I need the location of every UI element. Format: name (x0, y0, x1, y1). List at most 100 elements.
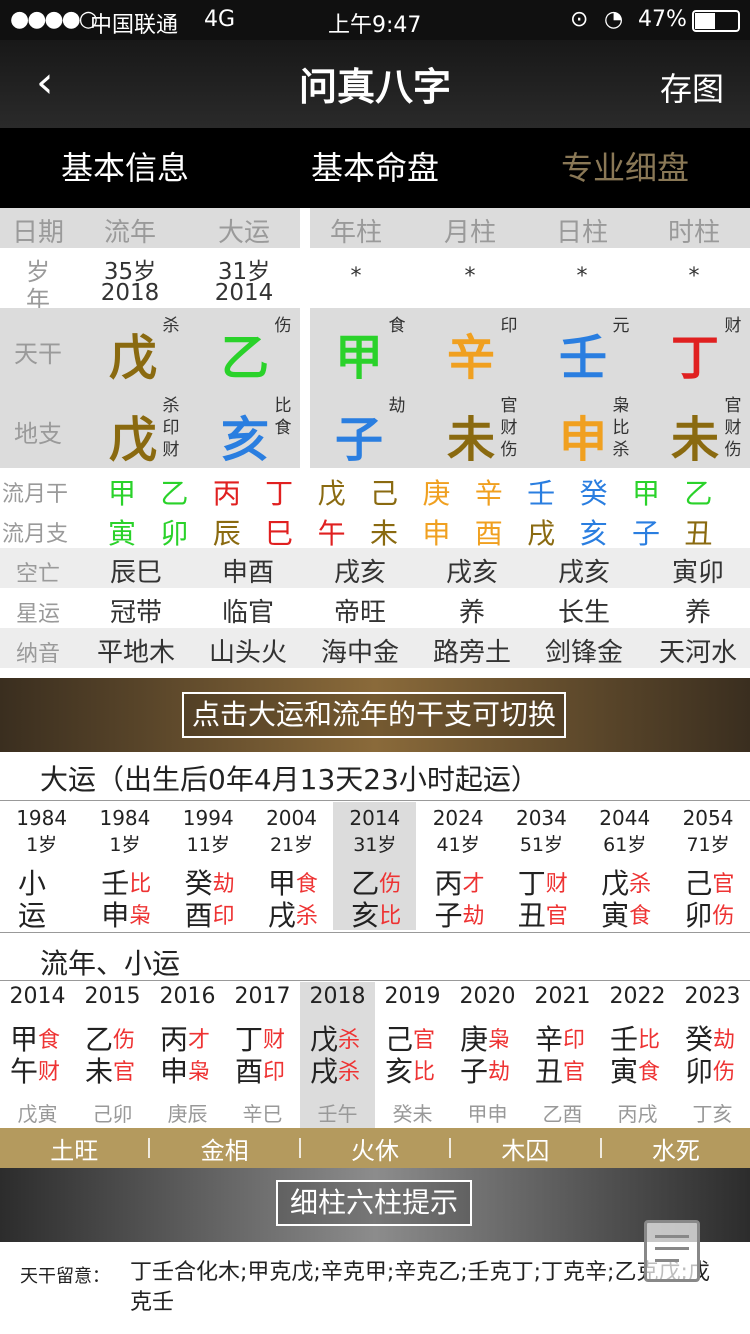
dizhi-canggan: 伤 (500, 440, 518, 460)
liuyuegan-item[interactable]: 壬 (515, 472, 567, 512)
xiaoyun-value: 甲申 (467, 1102, 508, 1126)
liuyuegan-item[interactable]: 乙 (148, 472, 200, 512)
header-day-pillar: 日柱 (555, 218, 608, 248)
liuyuegan-item[interactable]: 戊 (306, 472, 358, 512)
dayun-age[interactable]: 1岁 (0, 830, 83, 857)
liuyuezhi-item[interactable]: 亥 (568, 512, 620, 552)
dayun-zhi[interactable]: 寅 (601, 894, 629, 934)
liuyuegan-item[interactable]: 甲 (96, 472, 148, 512)
liunian-zhi-shishen: 劫 (488, 1060, 511, 1085)
liuyuezhi-item[interactable]: 午 (306, 512, 358, 552)
liunian-year: 2018 (100, 280, 160, 306)
liunian-zhi[interactable]: 午 (10, 1050, 38, 1090)
dayun-zhi[interactable]: 卯 (684, 894, 712, 934)
dayun-year[interactable]: 2014 (333, 806, 416, 830)
lock-rotation-icon: ⊙ (570, 7, 589, 32)
liunian-year[interactable]: 2017 (225, 984, 300, 1009)
liuyuezhi-item[interactable]: 酉 (463, 512, 515, 552)
dayun-age[interactable]: 61岁 (583, 830, 666, 857)
dayun-year[interactable]: 1984 (83, 806, 166, 830)
tab-basic-info[interactable]: 基本信息 (0, 128, 250, 208)
liunian-zhi[interactable]: 申 (160, 1050, 188, 1090)
tab-pro-chart[interactable]: 专业细盘 (500, 128, 750, 208)
liunian-zhi[interactable]: 酉 (235, 1050, 263, 1090)
dayun-gan-shishen: 杀 (629, 872, 652, 897)
liuyuezhi-item[interactable]: 巳 (253, 512, 305, 552)
save-image-button[interactable]: 存图 (660, 64, 724, 110)
tip-label: 天干留意： (20, 1266, 110, 1287)
liunian-year[interactable]: 2015 (75, 984, 150, 1009)
liunian-year[interactable]: 2014 (0, 984, 75, 1009)
liunian-zhi[interactable]: 寅 (610, 1050, 638, 1090)
kongwang-value: 戌亥 (557, 558, 610, 588)
dayun-gan-shishen: 劫 (212, 872, 235, 897)
liuyuegan-item[interactable]: 辛 (463, 472, 515, 512)
liuyuegan-item[interactable]: 丙 (201, 472, 253, 512)
six-pillar-hint[interactable]: 细柱六柱提示 (276, 1180, 472, 1226)
liunian-zhi[interactable]: 丑 (535, 1050, 563, 1090)
dayun-gan-shishen: 食 (295, 872, 318, 897)
liunian-year[interactable]: 2023 (675, 984, 750, 1009)
liuyuezhi-item[interactable]: 未 (358, 512, 410, 552)
dayun-year[interactable]: 2054 (666, 806, 749, 830)
liuyuegan-item[interactable]: 丁 (253, 472, 305, 512)
liuyuegan-item[interactable]: 甲 (620, 472, 672, 512)
dayun-zhi-shishen: 比 (379, 904, 402, 929)
liuyuegan-item[interactable]: 癸 (568, 472, 620, 512)
note-edit-icon[interactable] (644, 1220, 700, 1282)
xiaoyun-value: 辛巳 (242, 1102, 283, 1126)
dayun-age[interactable]: 21岁 (250, 830, 333, 857)
dayun-gan-shishen: 财 (545, 872, 568, 897)
day-pillar-mark: * (576, 264, 588, 289)
liunian-year[interactable]: 2021 (525, 984, 600, 1009)
liunian-year[interactable]: 2018 (300, 984, 375, 1009)
liunian-year[interactable]: 2022 (600, 984, 675, 1009)
dayun-zhi[interactable]: 酉 (185, 894, 213, 934)
liunian-zhi[interactable]: 卯 (685, 1050, 713, 1090)
liuyuezhi-item[interactable]: 寅 (96, 512, 148, 552)
dayun-zhi[interactable]: 子 (435, 894, 463, 934)
liunian-zhi[interactable]: 亥 (385, 1050, 413, 1090)
xiaoyun-value: 丁亥 (692, 1102, 733, 1126)
liunian-zhi[interactable]: 未 (85, 1050, 113, 1090)
dayun-zhi[interactable]: 丑 (518, 894, 546, 934)
liunian-gan-shishen: 财 (263, 1028, 286, 1053)
dayun-zhi[interactable]: 戌 (268, 894, 296, 934)
liuyuezhi-item[interactable]: 卯 (148, 512, 200, 552)
liuyuezhi-item[interactable]: 戌 (515, 512, 567, 552)
liuyuegan-item[interactable]: 己 (358, 472, 410, 512)
dayun-age[interactable]: 1岁 (83, 830, 166, 857)
liuyuezhi-item[interactable]: 申 (410, 512, 462, 552)
dayun-zhi[interactable]: 申 (101, 894, 129, 934)
dizhi-canggan: 杀 (612, 440, 630, 460)
tab-basic-chart[interactable]: 基本命盘 (250, 128, 500, 208)
xiaoyun-value: 戊寅 (17, 1102, 58, 1126)
liuyuezhi-item[interactable]: 子 (620, 512, 672, 552)
dayun-age[interactable]: 31岁 (333, 830, 416, 857)
liuyuezhi-item[interactable]: 丑 (672, 512, 724, 552)
dayun-year[interactable]: 2024 (417, 806, 500, 830)
dayun-year[interactable]: 2004 (250, 806, 333, 830)
liunian-zhi[interactable]: 戌 (310, 1050, 338, 1090)
dayun-year[interactable]: 1994 (167, 806, 250, 830)
liuyuegan-item[interactable]: 乙 (672, 472, 724, 512)
liunian-zhi-shishen: 财 (38, 1060, 61, 1085)
liunian-year[interactable]: 2019 (375, 984, 450, 1009)
xiaoyun-value: 壬午 (317, 1102, 358, 1126)
dayun-zhi[interactable]: 运 (18, 894, 46, 934)
liunian-year[interactable]: 2020 (450, 984, 525, 1009)
dayun-age[interactable]: 71岁 (666, 830, 749, 857)
liunian-year[interactable]: 2016 (150, 984, 225, 1009)
liunian-zhi[interactable]: 子 (460, 1050, 488, 1090)
dayun-age[interactable]: 41岁 (417, 830, 500, 857)
dayun-age[interactable]: 11岁 (167, 830, 250, 857)
dayun-year[interactable]: 1984 (0, 806, 83, 830)
dayun-year[interactable]: 2044 (583, 806, 666, 830)
liunian-gan-shishen: 官 (413, 1028, 436, 1053)
dayun-zhi[interactable]: 亥 (351, 894, 379, 934)
dayun-year[interactable]: 2034 (500, 806, 583, 830)
liuyuezhi-item[interactable]: 辰 (201, 512, 253, 552)
liuyuegan-item[interactable]: 庚 (410, 472, 462, 512)
tab-bar: 基本信息 基本命盘 专业细盘 (0, 128, 750, 208)
dayun-age[interactable]: 51岁 (500, 830, 583, 857)
